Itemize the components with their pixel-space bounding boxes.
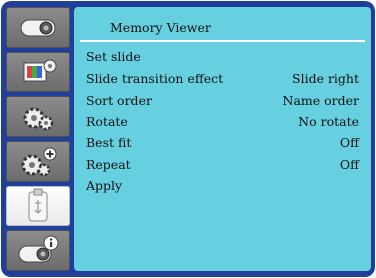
menu-item-label: Slide transition effect: [86, 70, 224, 86]
menu-item-slide-transition-effect[interactable]: Slide transition effect Slide right: [86, 68, 359, 88]
menu-item-value: Off: [339, 134, 359, 150]
menu-item-label: Rotate: [86, 113, 128, 129]
display-settings-icon: [23, 59, 57, 82]
menu-item-apply[interactable]: Apply: [86, 175, 359, 195]
menu-item-label: Best fit: [86, 134, 132, 150]
menu-item-rotate[interactable]: Rotate No rotate: [86, 111, 359, 131]
osd-menu-window: Memory Viewer Set slide Slide transition…: [1, 1, 375, 277]
menu-item-label: Apply: [86, 177, 123, 193]
menu-item-label: Repeat: [86, 156, 131, 172]
panel-title: Memory Viewer: [110, 20, 211, 35]
menu-item-set-slide[interactable]: Set slide: [86, 46, 359, 66]
tab-information[interactable]: [6, 230, 70, 272]
tab-picture[interactable]: [6, 7, 70, 48]
menu-item-label: Set slide: [86, 48, 141, 64]
menu-item-value: No rotate: [298, 113, 359, 129]
projector-info-icon: [18, 235, 59, 263]
menu-item-value: Off: [339, 156, 359, 172]
tab-memory-viewer[interactable]: [6, 185, 70, 227]
menu-item-sort-order[interactable]: Sort order Name order: [86, 90, 359, 110]
menu-item-value: Slide right: [292, 70, 359, 86]
projector-icon: [20, 19, 56, 37]
usb-drive-icon: [28, 188, 48, 222]
memory-viewer-panel: Memory Viewer Set slide Slide transition…: [74, 7, 371, 271]
gears-plus-icon: [21, 147, 57, 177]
tab-display[interactable]: [6, 51, 70, 93]
gears-icon: [23, 107, 54, 131]
menu-item-best-fit[interactable]: Best fit Off: [86, 132, 359, 152]
menu-item-value: Name order: [282, 92, 360, 108]
tab-expanded-setting[interactable]: [6, 141, 70, 182]
menu-item-repeat[interactable]: Repeat Off: [86, 154, 359, 174]
tab-setting[interactable]: [6, 96, 70, 138]
title-divider: [80, 40, 365, 42]
menu-item-label: Sort order: [86, 92, 152, 108]
menu-sidebar: [6, 7, 70, 272]
